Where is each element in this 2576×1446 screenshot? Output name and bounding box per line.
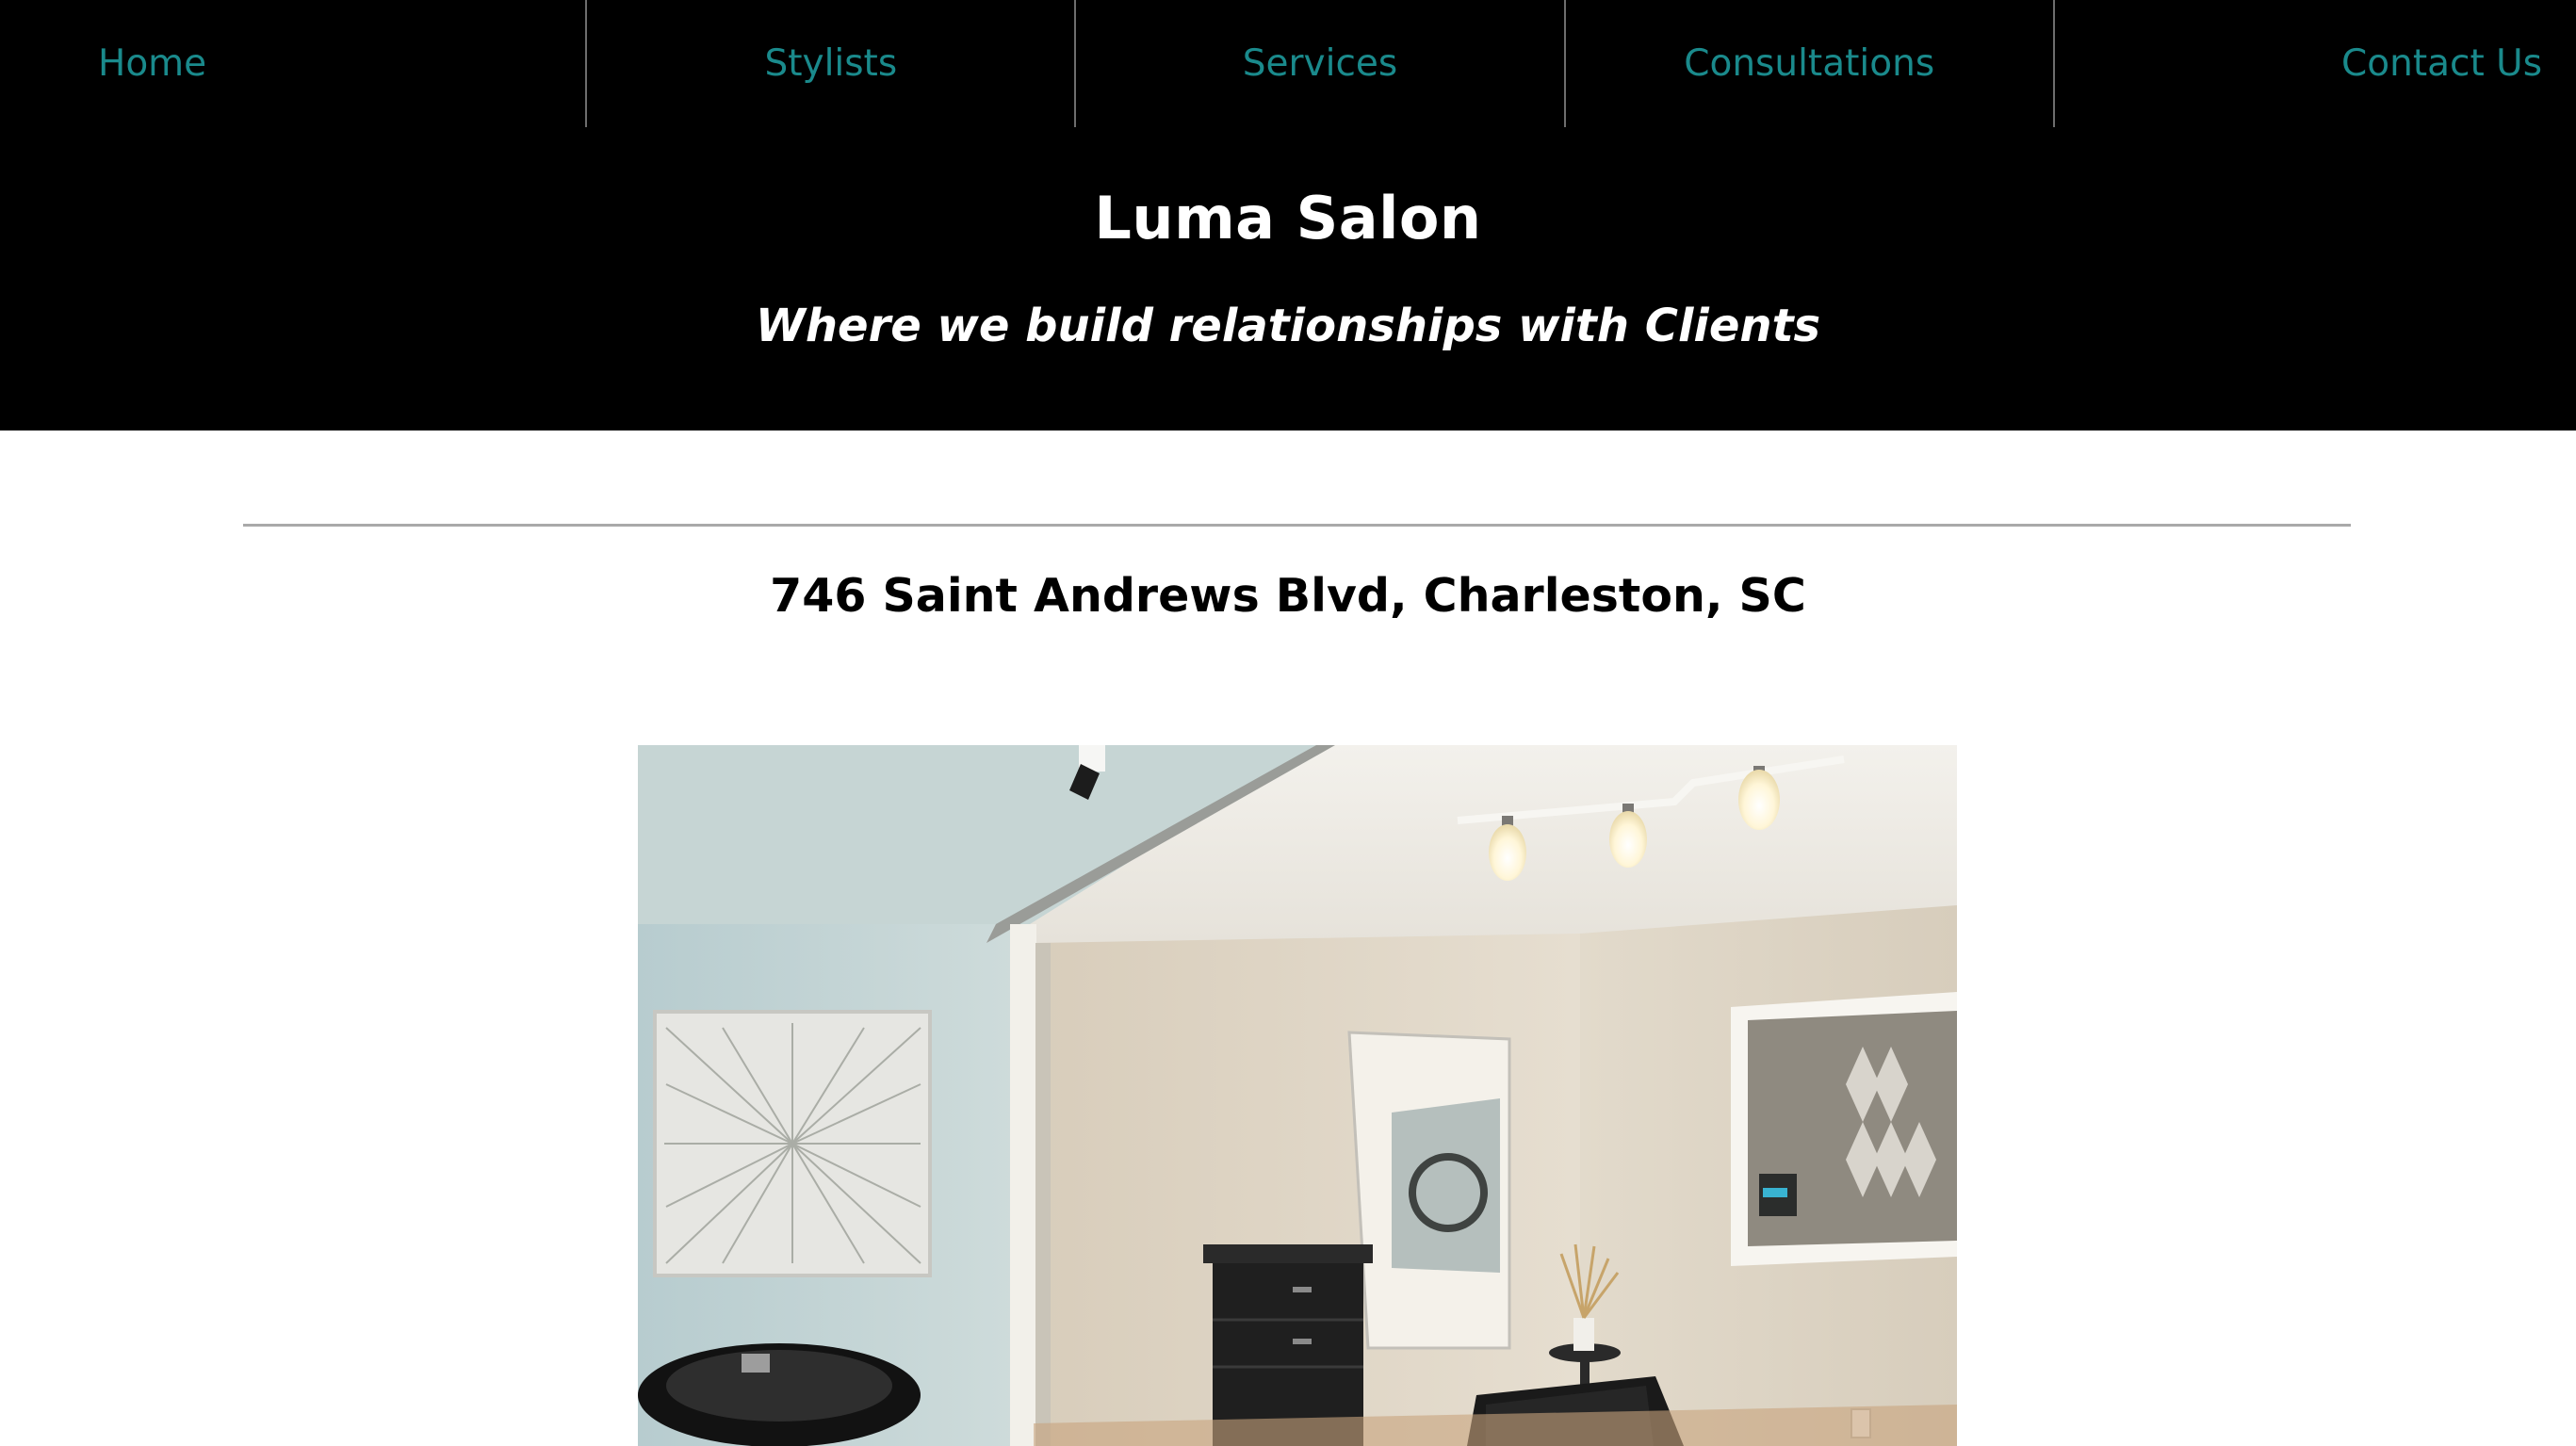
section-divider — [243, 524, 2351, 527]
nav-contact-us[interactable]: Contact Us — [2055, 0, 2576, 127]
nav-stylists[interactable]: Stylists — [587, 0, 1074, 127]
salon-address: 746 Saint Andrews Blvd, Charleston, SC — [770, 569, 1806, 623]
main-nav: Home Stylists Services Consultations Con… — [0, 0, 2576, 127]
site-tagline: Where we build relationships with Client… — [755, 300, 1821, 352]
nav-home[interactable]: Home — [0, 0, 585, 127]
site-header: Home Stylists Services Consultations Con… — [0, 0, 2576, 431]
nav-consultations[interactable]: Consultations — [1566, 0, 2053, 127]
site-title: Luma Salon — [1094, 184, 1482, 252]
nav-services[interactable]: Services — [1076, 0, 1563, 127]
salon-interior-photo — [638, 745, 1957, 1446]
